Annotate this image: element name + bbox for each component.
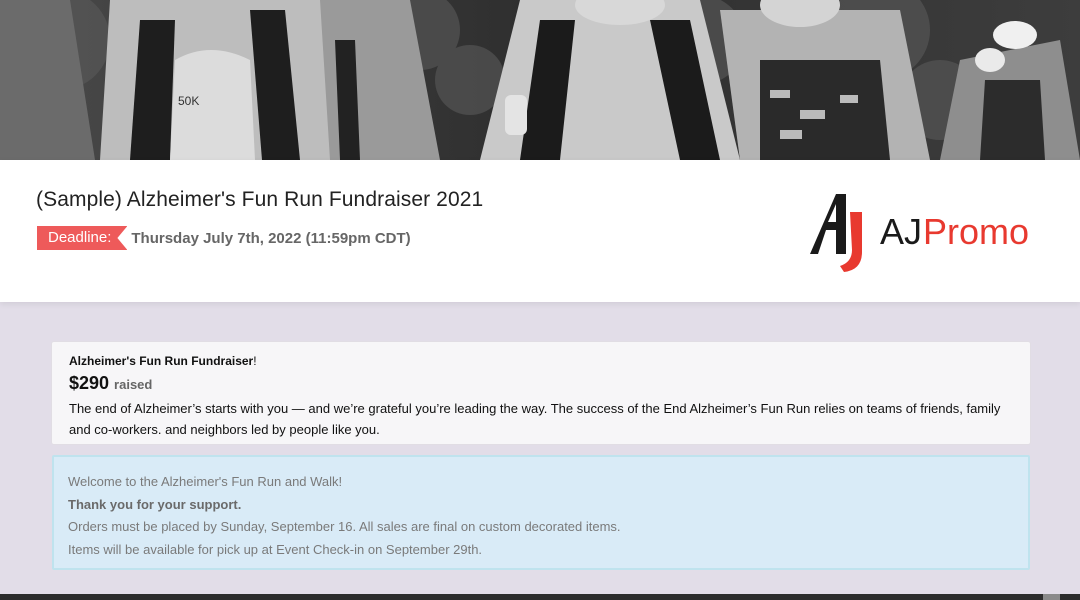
deadline-date: Thursday July 7th, 2022 (11:59pm CDT) — [131, 229, 411, 247]
store-info-box: Welcome to the Alzheimer's Fun Run and W… — [52, 455, 1030, 570]
page-title: (Sample) Alzheimer's Fun Run Fundraiser … — [36, 188, 484, 211]
fundraiser-heading-text: Alzheimer's Fun Run Fundraiser — [69, 354, 254, 368]
scrollbar-handle[interactable] — [1043, 594, 1060, 600]
info-pickup: Items will be available for pick up at E… — [68, 541, 483, 557]
bottom-scrollbar[interactable] — [0, 594, 1080, 600]
ajpromo-logo[interactable]: AJ Promo — [806, 190, 1046, 272]
deadline-row: Deadline: Thursday July 7th, 2022 (11:59… — [37, 226, 411, 250]
info-welcome: Welcome to the Alzheimer's Fun Run and W… — [68, 474, 343, 489]
svg-text:50K: 50K — [178, 94, 199, 108]
raised-amount: $290 — [69, 373, 110, 393]
runners-photo: 50K — [0, 0, 1080, 160]
fundraiser-description: The end of Alzheimer’s starts with you —… — [69, 401, 1001, 437]
logo-text-promo: Promo — [923, 211, 1029, 252]
fundraiser-heading-suffix: ! — [253, 354, 257, 368]
info-thanks: Thank you for your support. — [68, 496, 242, 512]
fundraiser-card: Alzheimer's Fun Run Fundraiser! $290 rai… — [51, 341, 1031, 445]
event-header: (Sample) Alzheimer's Fun Run Fundraiser … — [0, 160, 1080, 302]
raised-label: raised — [114, 377, 153, 392]
deadline-badge: Deadline: — [37, 226, 127, 250]
hero-banner: 50K — [0, 0, 1080, 160]
logo-text-aj: AJ — [880, 211, 922, 252]
fundraiser-heading: Alzheimer's Fun Run Fundraiser! — [69, 354, 1013, 368]
raised-row: $290 raised — [69, 373, 1013, 394]
ajpromo-logo-mark: AJ Promo — [810, 194, 1029, 272]
info-order-deadline: Orders must be placed by Sunday, Septemb… — [68, 519, 621, 534]
